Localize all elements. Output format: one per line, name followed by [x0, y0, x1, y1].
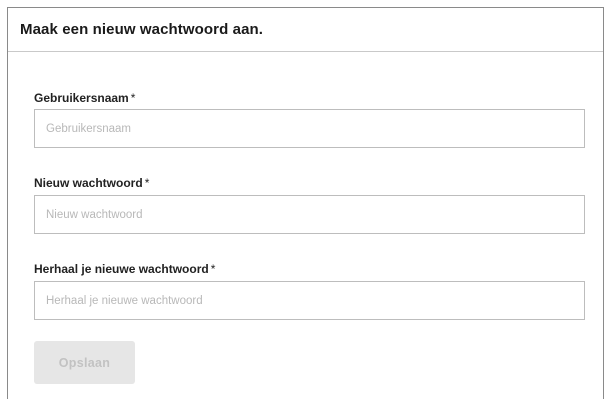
required-marker: *: [130, 91, 136, 105]
password-reset-panel: Maak een nieuw wachtwoord aan. Gebruiker…: [7, 7, 604, 399]
new-password-label-text: Nieuw wachtwoord: [34, 176, 143, 190]
repeat-password-label-text: Herhaal je nieuwe wachtwoord: [34, 262, 209, 276]
page-title: Maak een nieuw wachtwoord aan.: [20, 21, 264, 38]
save-button[interactable]: Opslaan: [34, 341, 135, 384]
new-password-input[interactable]: [34, 195, 585, 234]
repeat-password-label: Herhaal je nieuwe wachtwoord *: [34, 262, 215, 276]
repeat-password-input[interactable]: [34, 281, 585, 320]
required-marker: *: [210, 262, 216, 276]
username-input[interactable]: [34, 109, 585, 148]
username-label-text: Gebruikersnaam: [34, 91, 129, 105]
title-divider: [8, 51, 603, 52]
username-label: Gebruikersnaam *: [34, 91, 135, 105]
new-password-label: Nieuw wachtwoord *: [34, 176, 149, 190]
required-marker: *: [144, 176, 150, 190]
